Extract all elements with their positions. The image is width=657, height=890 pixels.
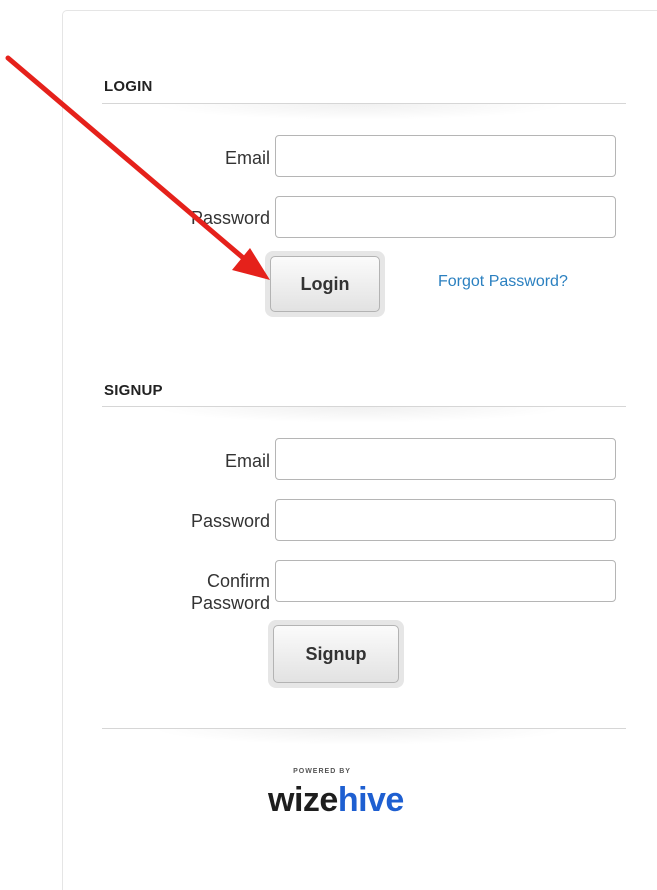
login-button[interactable]: Login — [270, 256, 380, 312]
login-email-label: Email — [224, 148, 270, 168]
signup-section-title: SIGNUP — [104, 382, 163, 399]
footer-divider-shadow — [150, 729, 570, 745]
powered-by-text: POWERED BY — [293, 768, 351, 775]
confirm-label-line1: Confirm — [206, 571, 270, 591]
login-section-title: LOGIN — [104, 78, 153, 95]
signup-confirm-password-field[interactable] — [275, 560, 616, 602]
login-password-label: Password — [190, 208, 270, 228]
signup-divider-shadow — [150, 407, 570, 423]
signup-button-wrap: Signup — [268, 620, 404, 688]
signup-password-label: Password — [190, 511, 270, 531]
signup-confirm-password-label: Confirm Password — [191, 570, 270, 614]
signup-email-field[interactable] — [275, 438, 616, 480]
signup-email-label: Email — [224, 451, 270, 471]
login-password-field[interactable] — [275, 196, 616, 238]
logo-part1: wize — [268, 781, 338, 819]
login-email-field[interactable] — [275, 135, 616, 177]
logo-part2: hive — [337, 781, 405, 819]
page: LOGIN Email Password Login Forgot Passwo… — [0, 0, 657, 890]
wizehive-logo: wizehive — [268, 781, 448, 820]
login-button-wrap: Login — [265, 251, 385, 317]
signup-password-field[interactable] — [275, 499, 616, 541]
forgot-password-link[interactable]: Forgot Password? — [438, 273, 568, 291]
login-divider-shadow — [150, 104, 570, 120]
signup-button[interactable]: Signup — [273, 625, 399, 683]
confirm-label-line2: Password — [190, 593, 270, 613]
